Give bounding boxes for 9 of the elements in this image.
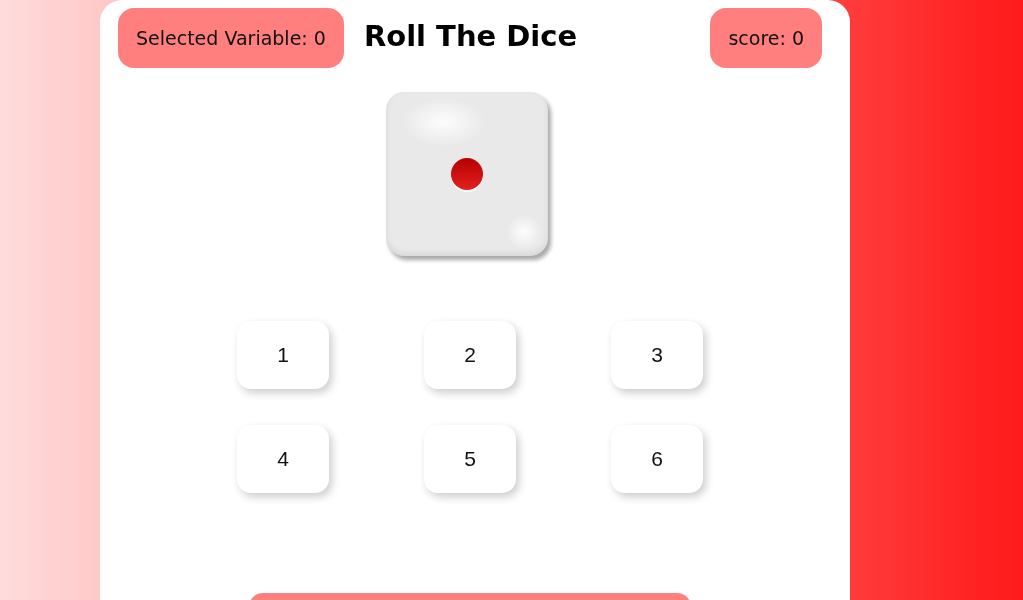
game-title: Roll The Dice [363, 19, 578, 53]
number-button[interactable]: 3 [611, 321, 703, 389]
number-button[interactable]: 4 [237, 425, 329, 493]
score-label: score: 0 [710, 8, 822, 68]
number-button[interactable]: 1 [237, 321, 329, 389]
number-button[interactable]: 6 [611, 425, 703, 493]
number-button[interactable]: 5 [424, 425, 516, 493]
selected-variable-label: Selected Variable: 0 [118, 8, 344, 68]
number-button[interactable]: 2 [424, 321, 516, 389]
